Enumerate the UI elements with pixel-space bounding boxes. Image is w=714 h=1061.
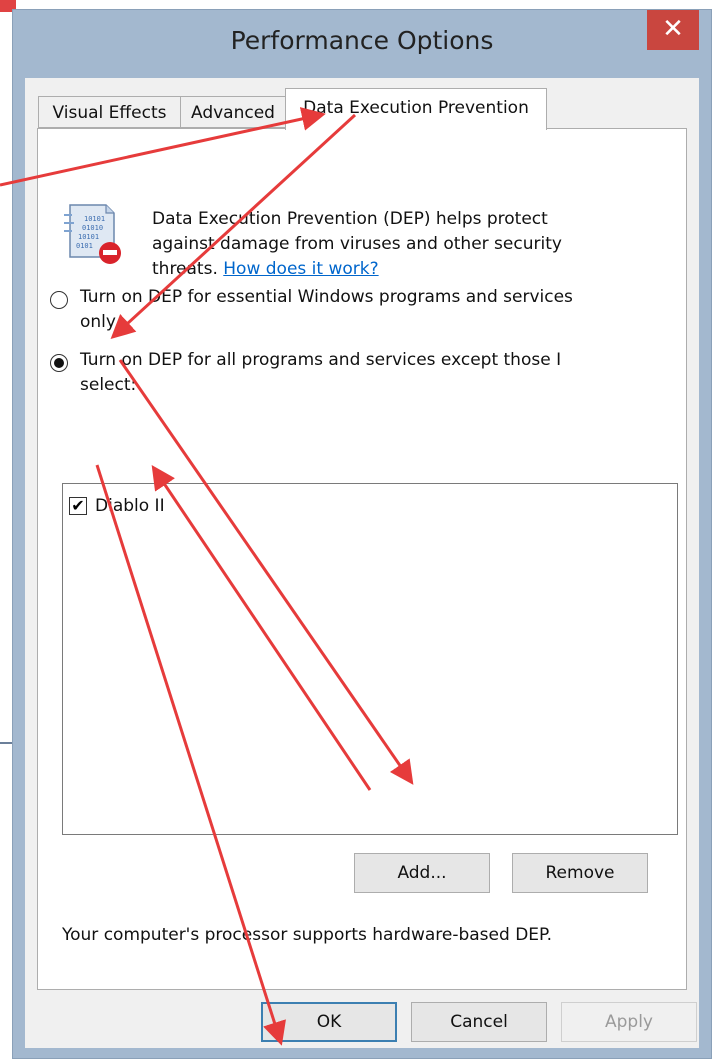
dep-description-prefix: threats. <box>152 259 224 279</box>
svg-text:10101: 10101 <box>84 215 105 223</box>
dep-shield-icon: 10101 01010 10101 0101 <box>62 199 122 265</box>
window-title: Performance Options <box>230 26 494 55</box>
dep-tab-panel: 10101 01010 10101 0101 Data Execution Pr… <box>37 128 687 990</box>
dep-essential-label-line-1: Turn on DEP for essential Windows progra… <box>80 287 573 307</box>
tab-data-execution-prevention[interactable]: Data Execution Prevention <box>285 88 547 130</box>
tab-advanced[interactable]: Advanced <box>180 96 286 128</box>
apply-button[interactable]: Apply <box>561 1002 697 1042</box>
dep-description-line-1: Data Execution Prevention (DEP) helps pr… <box>152 209 548 229</box>
processor-support-status: Your computer's processor supports hardw… <box>62 925 553 945</box>
remove-button[interactable]: Remove <box>512 853 648 893</box>
program-exceptions-list[interactable]: ✔ Diablo II <box>62 483 678 835</box>
svg-text:0101: 0101 <box>76 242 93 250</box>
dep-all-programs-label-line-1: Turn on DEP for all programs and service… <box>80 350 562 370</box>
dep-description: Data Execution Prevention (DEP) helps pr… <box>152 207 672 282</box>
ok-button[interactable]: OK <box>261 1002 397 1042</box>
svg-text:01010: 01010 <box>82 224 103 232</box>
list-item[interactable]: ✔ Diablo II <box>69 494 369 518</box>
dep-description-line-2: against damage from viruses and other se… <box>152 234 562 254</box>
title-bar: Performance Options ✕ <box>13 10 711 82</box>
diablo-ii-checkbox[interactable]: ✔ <box>69 497 87 515</box>
how-does-it-work-link[interactable]: How does it work? <box>223 259 378 279</box>
performance-options-dialog: Performance Options ✕ Visual Effects Adv… <box>12 9 712 1059</box>
dep-essential-label-line-2: only <box>80 312 116 332</box>
dep-all-programs-radio[interactable] <box>50 354 68 372</box>
program-name: Diablo II <box>95 496 165 516</box>
dep-description-line-3: threats. How does it work? <box>152 257 672 282</box>
add-button[interactable]: Add... <box>354 853 490 893</box>
close-button[interactable]: ✕ <box>647 10 699 50</box>
dialog-client-area: Visual Effects Advanced Data Execution P… <box>25 78 699 1048</box>
cancel-button[interactable]: Cancel <box>411 1002 547 1042</box>
dep-essential-radio[interactable] <box>50 291 68 309</box>
tab-visual-effects[interactable]: Visual Effects <box>38 96 181 128</box>
svg-text:10101: 10101 <box>78 233 99 241</box>
dep-all-programs-label-line-2: select: <box>80 375 137 395</box>
dep-essential-label[interactable]: Turn on DEP for essential Windows progra… <box>80 285 680 335</box>
dep-all-programs-label[interactable]: Turn on DEP for all programs and service… <box>80 348 680 398</box>
